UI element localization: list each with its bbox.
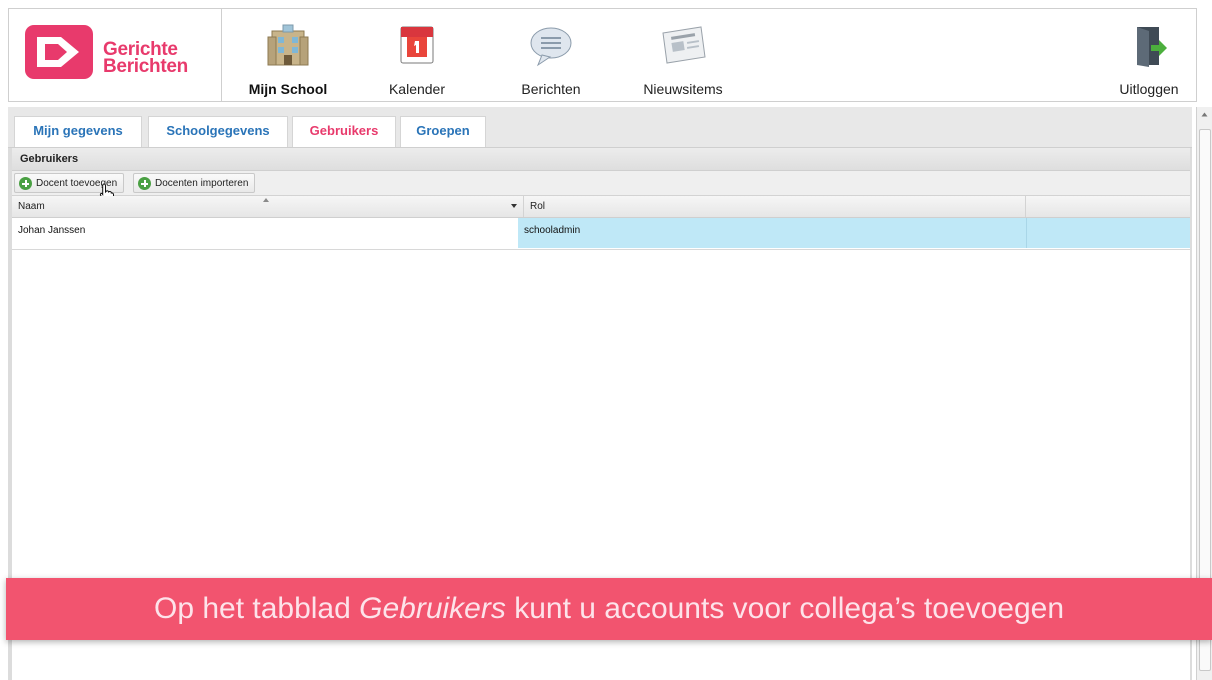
- nav-label: Uitloggen: [1119, 81, 1179, 97]
- tab-mijn-gegevens[interactable]: Mijn gegevens: [14, 116, 142, 147]
- school-building-icon: [267, 24, 309, 66]
- nav-label: Nieuwsitems: [643, 81, 723, 97]
- tab-schoolgegevens[interactable]: Schoolgegevens: [148, 116, 288, 147]
- add-icon: [138, 177, 151, 190]
- app-window: Gerichte Berichten Mijn School Kalender …: [0, 0, 1212, 680]
- speech-bubble-icon: [530, 27, 572, 67]
- add-icon: [19, 177, 32, 190]
- instruction-caption: Op het tabblad Gebruikers kunt u account…: [6, 578, 1212, 640]
- section-title: Gebruikers: [12, 148, 1190, 171]
- brand-name: Gerichte Berichten: [103, 40, 188, 77]
- nav-kalender[interactable]: Kalender: [377, 19, 457, 99]
- logo[interactable]: Gerichte Berichten: [9, 9, 222, 101]
- import-teachers-button[interactable]: Docenten importeren: [133, 173, 256, 193]
- column-header-naam[interactable]: Naam: [12, 196, 524, 217]
- tab-groepen[interactable]: Groepen: [400, 116, 486, 147]
- caption-text-after: kunt u accounts voor collega’s toevoegen: [505, 592, 1065, 625]
- cell-empty: [1026, 218, 1190, 248]
- column-header-rol[interactable]: Rol: [524, 196, 1026, 217]
- grid-header: Naam Rol: [12, 196, 1190, 218]
- cell-naam: Johan Janssen: [18, 225, 86, 236]
- nav-nieuwsitems[interactable]: Nieuwsitems: [631, 19, 735, 99]
- sort-ascending-icon: [263, 198, 269, 202]
- cell-rol: schooladmin: [518, 218, 1026, 248]
- nav-label: Mijn School: [248, 81, 328, 97]
- column-header-label: Naam: [18, 201, 45, 212]
- caption-text-emphasis: Gebruikers: [359, 592, 506, 625]
- newspaper-icon: [662, 26, 706, 64]
- grid-toolbar: Docent toevoegen Docenten importeren: [12, 171, 1190, 203]
- nav-label: Kalender: [388, 81, 446, 97]
- caption-text-before: Op het tabblad: [153, 592, 360, 625]
- calendar-icon: [400, 26, 434, 64]
- table-row[interactable]: Johan Janssen schooladmin: [12, 218, 1190, 250]
- import-teachers-label: Docenten importeren: [155, 178, 249, 189]
- nav-mijn-school[interactable]: Mijn School: [229, 19, 347, 99]
- brand-logo-icon: [25, 25, 93, 79]
- brand-name-line2: Berichten: [103, 56, 188, 77]
- scroll-up-arrow-icon[interactable]: [1201, 112, 1208, 117]
- top-header: Gerichte Berichten Mijn School Kalender …: [8, 8, 1197, 102]
- logout-door-icon: [1137, 27, 1167, 67]
- nav-uitloggen[interactable]: Uitloggen: [1107, 19, 1191, 99]
- column-header-label: Rol: [530, 201, 546, 212]
- dropdown-arrow-icon[interactable]: [510, 203, 518, 209]
- tab-bar: Mijn gegevens Schoolgegevens Gebruikers …: [8, 107, 1192, 148]
- tab-gebruikers[interactable]: Gebruikers: [292, 116, 396, 147]
- nav-berichten[interactable]: Berichten: [509, 19, 593, 99]
- nav-label: Berichten: [521, 81, 581, 97]
